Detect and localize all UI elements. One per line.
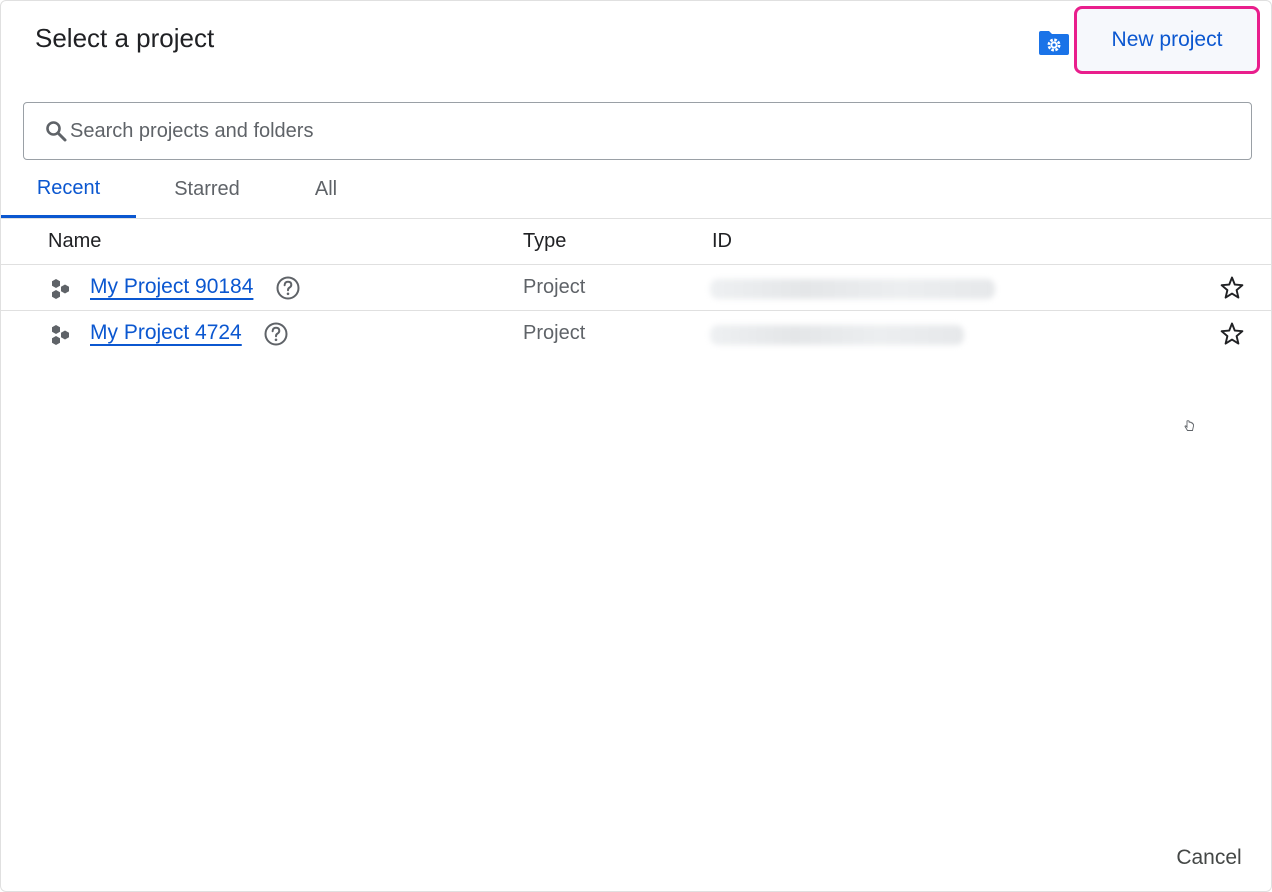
table-row[interactable]: My Project 4724 Project xyxy=(1,311,1271,357)
star-outline-icon[interactable] xyxy=(1219,275,1245,301)
project-link[interactable]: My Project 90184 xyxy=(90,275,253,299)
mouse-pointer-icon xyxy=(1184,420,1194,431)
tab-starred[interactable]: Starred xyxy=(141,161,273,218)
dialog-header: Select a project New project xyxy=(1,1,1271,81)
new-project-button[interactable]: New project xyxy=(1074,6,1260,74)
project-id-redacted xyxy=(710,325,964,345)
help-icon[interactable] xyxy=(275,275,301,301)
star-outline-icon[interactable] xyxy=(1219,321,1245,347)
cancel-button[interactable]: Cancel xyxy=(1161,841,1257,875)
table-header: Name Type ID xyxy=(1,219,1271,265)
tab-all[interactable]: All xyxy=(291,161,361,218)
tab-bar: Recent Starred All xyxy=(1,161,1271,219)
column-header-name[interactable]: Name xyxy=(48,230,101,253)
search-input[interactable] xyxy=(70,119,1220,143)
folder-gear-icon xyxy=(1039,31,1069,55)
search-box[interactable] xyxy=(23,102,1252,160)
dialog-title: Select a project xyxy=(35,23,215,53)
tab-recent[interactable]: Recent xyxy=(1,161,136,218)
column-header-type[interactable]: Type xyxy=(523,230,566,253)
help-icon[interactable] xyxy=(263,321,289,347)
type-cell: Project xyxy=(523,322,586,344)
search-icon xyxy=(46,121,67,142)
project-id-redacted xyxy=(710,279,995,299)
project-link[interactable]: My Project 4724 xyxy=(90,321,242,345)
projects-table: Name Type ID My Project 90184 Project My… xyxy=(1,219,1271,357)
project-hexagons-icon xyxy=(52,279,69,299)
table-row[interactable]: My Project 90184 Project xyxy=(1,265,1271,311)
new-project-label: New project xyxy=(1111,28,1223,51)
project-hexagons-icon xyxy=(52,325,69,345)
type-cell: Project xyxy=(523,276,586,298)
column-header-id[interactable]: ID xyxy=(712,230,732,253)
select-project-dialog: Select a project New project Recent Star… xyxy=(0,0,1272,892)
folder-settings-button[interactable] xyxy=(1037,29,1071,57)
